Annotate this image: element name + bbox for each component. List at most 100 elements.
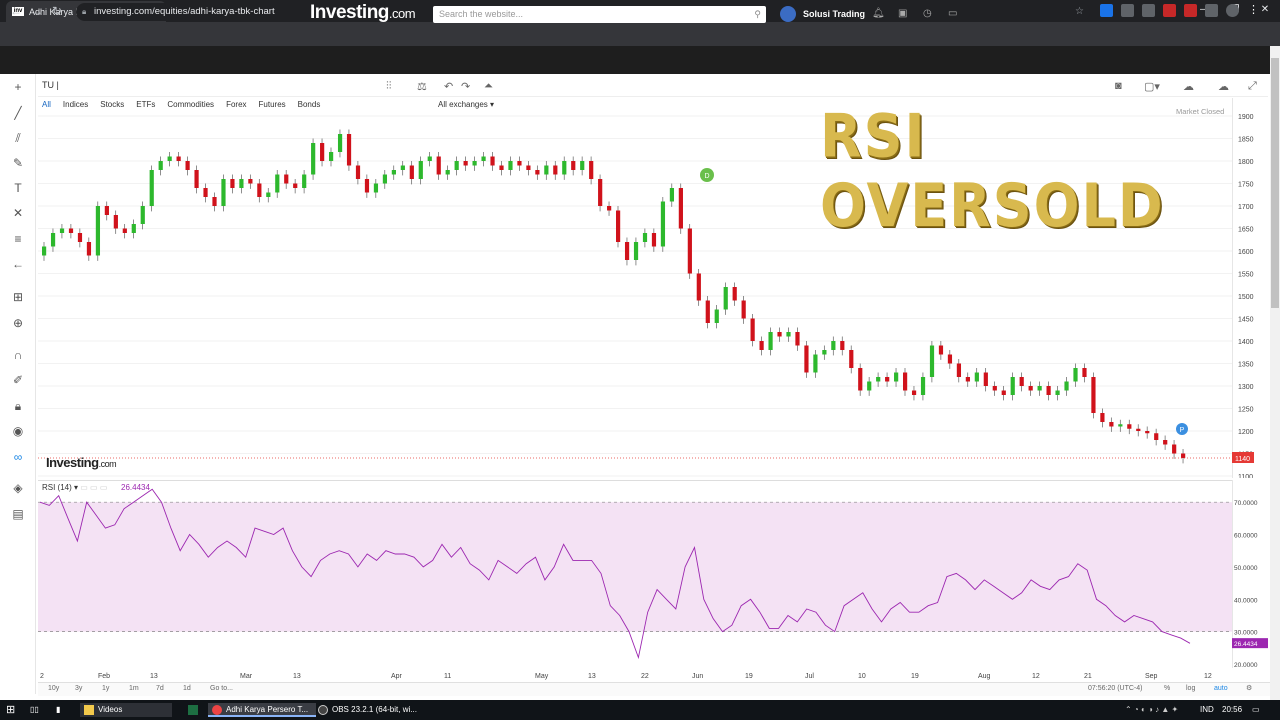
undo-icon[interactable]: ↶ (444, 80, 453, 93)
candle-body (956, 363, 962, 377)
notifications-icon[interactable]: ▭ (1252, 703, 1260, 717)
crosshair-icon[interactable]: + (10, 80, 26, 96)
cloud-load-icon[interactable]: ☁ (1183, 80, 1194, 93)
taskbar-item-chrome[interactable]: Adhi Karya Persero T... (208, 703, 317, 717)
price-tick-label: 1200 (1238, 429, 1254, 436)
excel-icon[interactable] (188, 703, 202, 717)
candle-body (185, 161, 190, 170)
candle-body (571, 161, 576, 170)
candle-body (508, 161, 513, 170)
scale-option-log[interactable]: log (1186, 685, 1195, 692)
candle-body (678, 188, 683, 229)
brush-icon[interactable]: ✎ (10, 156, 26, 172)
timeframe-goto[interactable]: Go to... (210, 685, 233, 692)
extension-icon[interactable] (1226, 4, 1239, 17)
measure-icon[interactable]: ⊞ (10, 290, 26, 306)
timeframe-1d[interactable]: 1d (183, 685, 191, 692)
timeframe-1m[interactable]: 1m (129, 685, 139, 692)
lock-icon[interactable]: 🔒︎ (10, 399, 26, 415)
candle-body (149, 170, 154, 206)
link-icon[interactable]: ∞ (10, 450, 26, 466)
taskbar-item-obs[interactable]: OBS 23.2.1 (64-bit, wi... (314, 703, 425, 717)
extension-icon[interactable] (1121, 4, 1134, 17)
layers-icon[interactable]: ◈ (10, 481, 26, 497)
search-icon[interactable]: ⚲ (754, 6, 761, 23)
timeframe-10y[interactable]: 10y (48, 685, 59, 692)
file-icon[interactable]: ▮ (56, 703, 60, 717)
tray-icons[interactable]: ⌃ ◔ ◐ ◑ ♪ ▲ ✦ (1125, 703, 1178, 717)
layout-icon[interactable]: ▢▾ (1144, 80, 1160, 93)
scale-option-percent[interactable]: % (1164, 685, 1170, 692)
candle-body (1172, 444, 1177, 454)
time-tick-label: Mar (240, 673, 253, 680)
scrollbar-thumb[interactable] (1271, 58, 1279, 308)
zoom-icon[interactable]: ⊕ (10, 316, 26, 332)
candle-body (77, 233, 83, 242)
clock[interactable]: 20:56 (1222, 703, 1242, 717)
symbol-search-input[interactable]: TU | (42, 80, 360, 94)
extension-icon[interactable] (1142, 4, 1155, 17)
avatar[interactable] (780, 6, 796, 22)
timeframe-7d[interactable]: 7d (156, 685, 164, 692)
settings-gear-icon[interactable]: ⚙ (1246, 684, 1252, 692)
trendline-icon[interactable]: ╱ (10, 106, 26, 122)
camera-icon[interactable]: ◙ (1115, 80, 1122, 92)
site-search-input[interactable]: Search the website... ⚲ (433, 6, 766, 23)
candle-body (203, 188, 208, 197)
time-tick-label: Jun (692, 673, 703, 680)
candle-body (1181, 453, 1186, 458)
rsi-value-tag-label: 26.4434 (1234, 641, 1258, 648)
scale-option-auto[interactable]: auto (1214, 685, 1228, 692)
extension-icon[interactable] (1205, 4, 1218, 17)
site-logo[interactable]: Investing.com (310, 2, 416, 24)
timeframe-3y[interactable]: 3y (75, 685, 82, 692)
candle-body (1091, 377, 1096, 413)
pattern-icon[interactable]: ✕ (10, 206, 26, 222)
compare-icon[interactable]: ⚖ (417, 80, 427, 93)
magnet-icon[interactable]: ∩ (10, 348, 26, 364)
cloud-save-icon[interactable]: ☁ (1218, 80, 1229, 93)
candle-body (1145, 431, 1150, 434)
redo-icon[interactable]: ↷ (461, 80, 470, 93)
pencil-lock-icon[interactable]: ✐ (10, 373, 26, 389)
task-view-icon[interactable]: ▯▯ (30, 703, 39, 717)
timeframe-1y[interactable]: 1y (102, 685, 109, 692)
lock-icon: 🔒︎ (82, 7, 87, 16)
menu-icon[interactable]: ⋮ (1247, 4, 1260, 17)
candle-body (59, 228, 65, 233)
alert-icon[interactable]: ⏶ (484, 80, 493, 93)
bookmark-star-icon[interactable]: ☆ (1075, 3, 1084, 21)
candle-body (176, 156, 181, 161)
arrow-back-icon[interactable]: ← (10, 257, 26, 273)
bell-icon[interactable]: 🔔︎ (872, 8, 885, 19)
rsi-chart[interactable] (38, 480, 1232, 670)
text-tool-icon[interactable]: T (10, 181, 26, 197)
candle-body (1100, 413, 1105, 422)
extension-icon[interactable] (1163, 4, 1176, 17)
taskbar-item-videos[interactable]: Videos (80, 703, 173, 717)
forward-icon[interactable]: → (31, 4, 43, 18)
indicators-icon[interactable]: ⫶⫶ (386, 80, 392, 93)
candle-body (212, 197, 217, 206)
portfolio-icon[interactable]: ▣ (898, 8, 907, 19)
candle-body (293, 183, 298, 188)
clock-icon[interactable]: ◷ (923, 8, 932, 19)
reload-icon[interactable]: ↻ (52, 4, 62, 18)
language-indicator[interactable]: IND (1200, 703, 1214, 717)
flag-icon[interactable]: ▭ (948, 8, 957, 19)
search-placeholder: Search the website... (439, 9, 524, 19)
trash-icon[interactable]: ▤ (10, 507, 26, 523)
candle-body (920, 377, 926, 395)
fib-icon[interactable]: ≡ (10, 232, 26, 248)
back-icon[interactable]: ← (10, 4, 22, 18)
start-icon[interactable]: ⊞ (6, 703, 15, 717)
candle-body (346, 134, 352, 166)
candle-body (68, 228, 74, 233)
user-name[interactable]: Solusi Trading (803, 9, 865, 19)
candle-body (723, 287, 728, 310)
fullscreen-icon[interactable]: ⤢ (1248, 80, 1257, 93)
extension-icon[interactable] (1184, 4, 1197, 17)
extension-icon[interactable] (1100, 4, 1113, 17)
eye-icon[interactable]: ◉ (10, 424, 26, 440)
channel-icon[interactable]: ⫽ (10, 131, 26, 147)
